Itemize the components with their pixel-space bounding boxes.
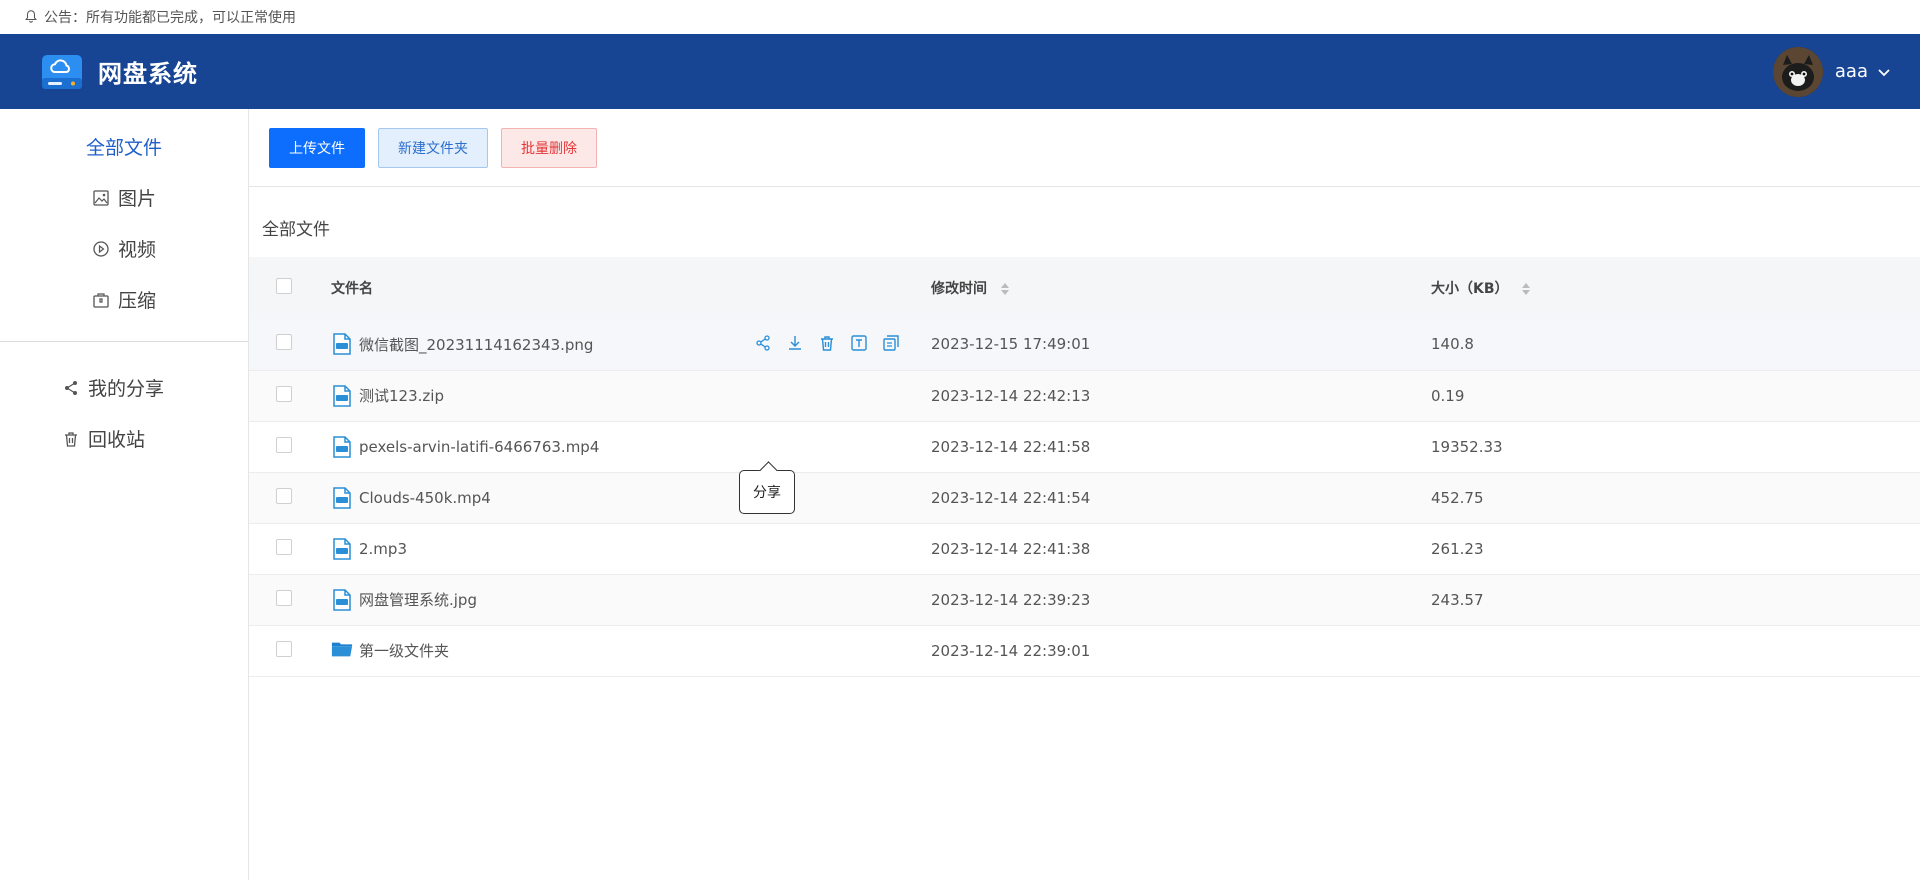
file-icon	[331, 486, 353, 510]
row-checkbox[interactable]	[276, 385, 292, 402]
select-all-checkbox[interactable]	[276, 278, 292, 294]
table-row[interactable]: 第一级文件夹 2023-12-14 22:39:01	[249, 625, 1920, 676]
breadcrumb[interactable]: 全部文件	[249, 187, 1920, 257]
file-name[interactable]: 2.mp3	[359, 540, 407, 558]
bell-icon	[24, 9, 40, 25]
file-icon	[331, 588, 353, 612]
column-header-size-label: 大小（KB）	[1431, 281, 1509, 297]
share-icon	[62, 379, 80, 397]
file-name[interactable]: 微信截图_20231114162343.png	[359, 334, 593, 355]
column-header-time-label: 修改时间	[931, 281, 987, 297]
modified-time: 2023-12-14 22:42:13	[931, 386, 1091, 405]
archive-icon	[92, 291, 110, 309]
sidebar-item-my-shares[interactable]: 我的分享	[0, 362, 248, 413]
row-actions	[754, 334, 914, 354]
file-size: 0.19	[1431, 386, 1465, 405]
file-icon	[331, 435, 353, 459]
file-table: 文件名 修改时间 大小（KB） 微信截图_20231114162343.png …	[249, 257, 1920, 677]
sidebar-item-label: 压缩	[117, 290, 156, 312]
sidebar-item-label: 我的分享	[88, 378, 165, 400]
row-checkbox[interactable]	[276, 538, 292, 555]
cloud-drive-logo-icon	[40, 52, 84, 92]
batch-delete-button[interactable]: 批量删除	[501, 127, 597, 168]
notice-text: 公告：所有功能都已完成，可以正常使用	[44, 10, 296, 26]
brand[interactable]: 网盘系统	[40, 52, 198, 92]
table-row[interactable]: Clouds-450k.mp4 2023-12-14 22:41:54 452.…	[249, 472, 1920, 523]
share-tooltip: 分享	[739, 470, 795, 514]
sidebar-item-images[interactable]: 图片	[0, 172, 248, 223]
file-size: 243.57	[1431, 590, 1484, 609]
file-icon	[331, 384, 353, 408]
file-size: 140.8	[1431, 335, 1474, 354]
folder-icon	[331, 639, 353, 663]
download-icon[interactable]	[786, 334, 806, 354]
sidebar-item-recycle-bin[interactable]: 回收站	[0, 413, 248, 464]
table-row[interactable]: 微信截图_20231114162343.png 2023-12-15 17:49…	[249, 319, 1920, 370]
sidebar: 全部文件 图片 视频 压缩 我的分享 回收站	[0, 109, 249, 880]
app-title: 网盘系统	[98, 60, 198, 88]
file-name[interactable]: 测试123.zip	[359, 385, 444, 406]
username: aaa	[1834, 61, 1868, 82]
file-name[interactable]: Clouds-450k.mp4	[359, 489, 491, 507]
file-size: 452.75	[1431, 488, 1484, 507]
row-checkbox[interactable]	[276, 334, 292, 351]
copy-icon[interactable]	[882, 334, 902, 354]
table-row[interactable]: pexels-arvin-latifi-6466763.mp4 2023-12-…	[249, 421, 1920, 472]
table-row[interactable]: 2.mp3 2023-12-14 22:41:38 261.23	[249, 523, 1920, 574]
file-name[interactable]: pexels-arvin-latifi-6466763.mp4	[359, 438, 599, 456]
column-header-time[interactable]: 修改时间	[931, 257, 1431, 319]
chevron-down-icon	[1876, 64, 1892, 80]
row-checkbox[interactable]	[276, 436, 292, 453]
new-folder-button[interactable]: 新建文件夹	[378, 127, 488, 168]
user-menu[interactable]: aaa	[1772, 46, 1892, 97]
file-size: 261.23	[1431, 539, 1484, 558]
top-header: 网盘系统 aaa	[0, 34, 1920, 109]
image-icon	[92, 189, 110, 207]
avatar	[1772, 46, 1823, 97]
modified-time: 2023-12-14 22:39:23	[931, 590, 1091, 609]
column-header-size[interactable]: 大小（KB）	[1431, 257, 1920, 319]
toolbar: 上传文件 新建文件夹 批量删除	[249, 109, 1920, 187]
notice-bar: 公告：所有功能都已完成，可以正常使用	[0, 0, 1920, 34]
table-row[interactable]: 网盘管理系统.jpg 2023-12-14 22:39:23 243.57	[249, 574, 1920, 625]
row-checkbox[interactable]	[276, 589, 292, 606]
sidebar-item-label: 回收站	[88, 429, 146, 451]
sort-icon[interactable]	[1000, 281, 1010, 297]
file-size: 19352.33	[1431, 437, 1503, 456]
modified-time: 2023-12-14 22:41:38	[931, 539, 1091, 558]
sidebar-item-videos[interactable]: 视频	[0, 223, 248, 274]
modified-time: 2023-12-15 17:49:01	[931, 335, 1091, 354]
sidebar-item-label: 全部文件	[85, 137, 162, 159]
upload-button[interactable]: 上传文件	[269, 127, 365, 168]
share-icon[interactable]	[754, 334, 774, 354]
folder-name[interactable]: 第一级文件夹	[359, 640, 449, 661]
modified-time: 2023-12-14 22:39:01	[931, 641, 1091, 660]
sidebar-item-archives[interactable]: 压缩	[0, 274, 248, 325]
file-icon	[331, 537, 353, 561]
play-circle-icon	[92, 240, 110, 258]
delete-icon[interactable]	[818, 334, 838, 354]
modified-time: 2023-12-14 22:41:54	[931, 488, 1091, 507]
sidebar-item-label: 图片	[117, 188, 156, 210]
sidebar-item-label: 视频	[117, 239, 156, 261]
file-name[interactable]: 网盘管理系统.jpg	[359, 589, 477, 610]
table-row[interactable]: 测试123.zip 2023-12-14 22:42:13 0.19	[249, 370, 1920, 421]
file-icon	[331, 332, 353, 356]
sort-icon[interactable]	[1521, 281, 1531, 297]
table-header-row: 文件名 修改时间 大小（KB）	[249, 257, 1920, 319]
row-checkbox[interactable]	[276, 487, 292, 504]
modified-time: 2023-12-14 22:41:58	[931, 437, 1091, 456]
main-content: 上传文件 新建文件夹 批量删除 全部文件 文件名 修改时间 大小（KB） 微信截…	[249, 109, 1920, 880]
sidebar-item-all-files[interactable]: 全部文件	[0, 121, 248, 172]
trash-icon	[62, 430, 80, 448]
column-header-name: 文件名	[331, 281, 373, 297]
rename-icon[interactable]	[850, 334, 870, 354]
file-size	[1431, 625, 1920, 676]
row-checkbox[interactable]	[276, 640, 292, 657]
